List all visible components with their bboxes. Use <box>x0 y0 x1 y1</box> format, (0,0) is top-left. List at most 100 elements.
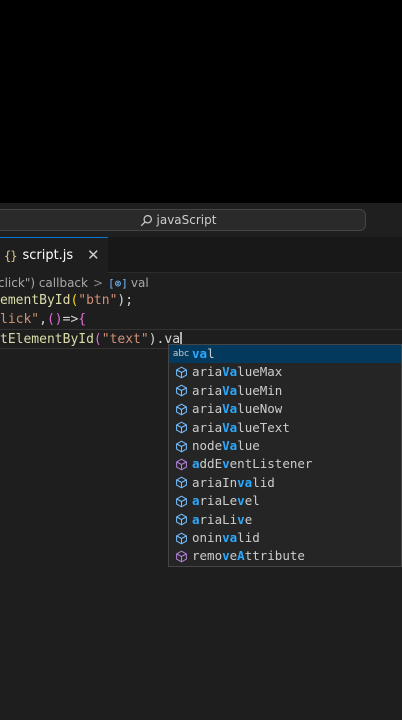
suggestion-label: ariaLive <box>192 511 252 529</box>
code-token: () <box>46 312 63 327</box>
code-token: ementById <box>0 293 71 308</box>
code-token: tElementById <box>0 332 94 347</box>
suggestion-label: ariaLevel <box>192 492 260 510</box>
suggestion-label: ariaInvalid <box>192 474 275 492</box>
suggestion-item[interactable]: ariaLevel <box>169 492 401 510</box>
suggestion-label: ariaValueText <box>192 419 290 437</box>
label-part: lid <box>252 474 275 490</box>
suggestion-label: nodeValue <box>192 437 260 455</box>
property-icon <box>172 476 190 489</box>
suggestion-label: addEventListener <box>192 455 312 473</box>
suggestion-item[interactable]: ariaInvalid <box>169 474 401 492</box>
label-match: va <box>237 474 253 490</box>
tab-bar: {} script.js ✕ <box>0 237 402 273</box>
label-part: ariaIn <box>192 474 238 490</box>
property-icon <box>172 421 190 434</box>
breadcrumb: click") callback > [⊚] val <box>0 274 149 292</box>
property-icon <box>172 440 190 453</box>
label-part: lueMin <box>237 382 283 398</box>
label-match: v <box>222 456 230 472</box>
label-part: l <box>207 346 215 361</box>
label-match: Va <box>222 382 238 398</box>
tab-script-js[interactable]: {} script.js ✕ <box>0 237 108 273</box>
javascript-file-icon: {} <box>4 248 17 263</box>
chevron-right-icon: > <box>92 276 104 290</box>
suggestion-label: val <box>192 345 215 363</box>
property-icon <box>172 366 190 379</box>
code-token: ); <box>117 293 134 308</box>
label-part: riaLe <box>199 493 238 509</box>
label-match: Va <box>222 364 238 380</box>
label-part: lid <box>237 529 260 545</box>
code-token: { <box>78 312 87 327</box>
method-icon <box>172 458 190 471</box>
label-part: ttribute <box>244 548 305 564</box>
label-match: A <box>237 548 245 564</box>
label-part: entListener <box>229 456 313 472</box>
label-match: Va <box>222 401 238 417</box>
label-match: v <box>237 493 245 509</box>
suggestion-item[interactable]: ariaValueNow <box>169 400 401 418</box>
property-icon <box>172 532 190 545</box>
label-match: v <box>222 548 230 564</box>
property-icon <box>172 513 190 526</box>
label-part: remo <box>192 548 223 564</box>
label-part: e <box>244 511 253 527</box>
label-match: a <box>192 493 200 509</box>
code-token: "btn" <box>78 293 118 308</box>
suggestion-item[interactable]: removeAttribute <box>169 547 401 565</box>
method-icon <box>172 550 190 563</box>
code-area[interactable]: ementById("btn"); lick",()=>{ tElementBy… <box>0 291 402 349</box>
suggestion-item[interactable]: oninvalid <box>169 529 401 547</box>
suggestion-label: ariaValueMax <box>192 363 282 381</box>
label-part: lueText <box>237 419 290 435</box>
label-match: va <box>192 346 208 361</box>
label-match: v <box>237 511 245 527</box>
suggestion-item[interactable]: ariaValueMin <box>169 382 401 400</box>
label-part: lueNow <box>237 401 283 417</box>
label-part: lueMax <box>237 364 283 380</box>
suggestion-label: oninvalid <box>192 529 260 547</box>
property-icon <box>172 384 190 397</box>
code-token: , <box>39 312 47 327</box>
suggestion-item[interactable]: abc val <box>169 345 401 364</box>
breadcrumb-val[interactable]: val <box>131 276 149 290</box>
label-match: a <box>192 456 200 472</box>
search-icon <box>140 214 152 226</box>
editor-window: javaScript {} script.js ✕ click") callba… <box>0 203 402 720</box>
suggestion-item[interactable]: addEventListener <box>169 455 401 473</box>
close-icon[interactable]: ✕ <box>87 246 100 264</box>
label-part: aria <box>192 401 223 417</box>
label-part: lue <box>237 437 260 453</box>
label-part: riaLi <box>199 511 238 527</box>
label-part: aria <box>192 419 223 435</box>
title-bar: javaScript <box>0 203 402 237</box>
code-token: lick" <box>0 312 40 327</box>
suggestion-label: removeAttribute <box>192 547 305 565</box>
suggestion-label: ariaValueNow <box>192 400 282 418</box>
label-part: aria <box>192 382 223 398</box>
variable-icon: [⊚] <box>108 276 128 290</box>
suggestion-item[interactable]: ariaLive <box>169 511 401 529</box>
code-line: lick",()=>{ <box>0 310 402 329</box>
command-center-search[interactable]: javaScript <box>0 209 366 231</box>
suggestion-label: ariaValueMin <box>192 382 282 400</box>
label-part: aria <box>192 364 223 380</box>
suggestion-item[interactable]: ariaValueText <box>169 419 401 437</box>
breadcrumb-callback[interactable]: click") callback <box>0 276 88 290</box>
property-icon <box>172 495 190 508</box>
suggestion-widget: abc val ariaValueMax ariaValueMin ariaValueN… <box>168 344 402 567</box>
code-token: => <box>62 312 79 327</box>
label-match: a <box>192 511 200 527</box>
code-line: ementById("btn"); <box>0 291 402 310</box>
tab-label: script.js <box>22 248 74 263</box>
suggestion-item[interactable]: nodeValue <box>169 437 401 455</box>
label-part: el <box>244 493 260 509</box>
property-icon <box>172 403 190 416</box>
label-part: onin <box>192 529 223 545</box>
search-label: javaScript <box>156 213 217 227</box>
suggestion-item[interactable]: ariaValueMax <box>169 363 401 381</box>
label-part: node <box>192 437 223 453</box>
label-match: va <box>222 529 238 545</box>
label-match: Va <box>222 437 238 453</box>
